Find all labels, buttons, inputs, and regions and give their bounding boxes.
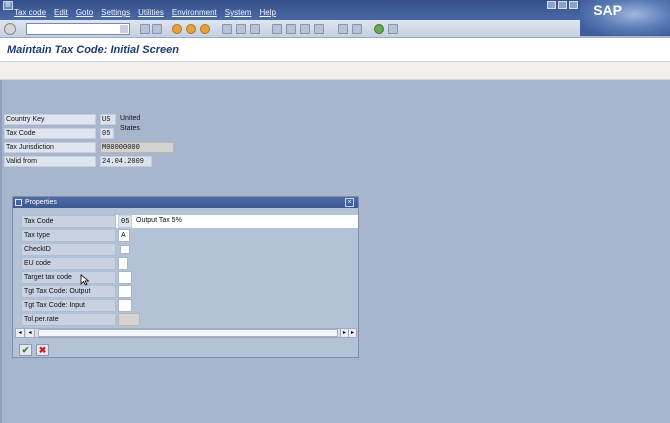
layout-menu-icon[interactable]: [388, 24, 398, 34]
exit-icon[interactable]: [186, 24, 196, 34]
menu-tax-code[interactable]: Tax code: [14, 8, 46, 17]
tax-code-field[interactable]: 05: [100, 128, 114, 139]
tol-per-rate-field[interactable]: [118, 313, 140, 326]
dialog-tax-code-description: Output Tax 5%: [136, 217, 182, 224]
tax-jurisdiction-label: Tax Jurisdiction: [4, 142, 96, 153]
last-page-icon[interactable]: [314, 24, 324, 34]
page-title: Maintain Tax Code: Initial Screen: [7, 44, 179, 56]
enter-icon[interactable]: [4, 23, 16, 35]
command-field[interactable]: [26, 23, 130, 35]
next-page-icon[interactable]: [300, 24, 310, 34]
command-dropdown-icon[interactable]: [120, 25, 128, 33]
find-next-icon[interactable]: [250, 24, 260, 34]
eu-code-label: EU code: [21, 257, 116, 270]
new-session-icon[interactable]: [338, 24, 348, 34]
close-window-icon[interactable]: [569, 1, 578, 9]
sap-logo: SAP: [580, 0, 670, 36]
menu-settings[interactable]: Settings: [101, 8, 130, 17]
sap-logo-text: SAP: [593, 2, 622, 18]
title-bar: Maintain Tax Code: Initial Screen: [0, 38, 670, 62]
eu-code-field[interactable]: [118, 257, 128, 270]
save-icon[interactable]: [152, 24, 162, 34]
checkid-label: CheckID: [21, 243, 116, 256]
dialog-tax-code-label: Tax Code: [21, 215, 116, 228]
dialog-tax-code-field[interactable]: 05: [118, 215, 132, 228]
dialog-close-icon[interactable]: ×: [345, 198, 354, 207]
scroll-last-icon[interactable]: ▸: [348, 329, 357, 337]
dialog-horizontal-scrollbar[interactable]: ◂ ◂ ▸ ▸: [15, 328, 357, 338]
valid-from-field[interactable]: 24.04.2009: [100, 156, 152, 167]
ok-button[interactable]: ✔: [19, 344, 32, 356]
tax-type-field[interactable]: A: [118, 229, 130, 242]
left-edge: [0, 80, 2, 423]
target-tax-code-field[interactable]: [118, 271, 132, 284]
menu-environment[interactable]: Environment: [172, 8, 217, 17]
first-page-icon[interactable]: [272, 24, 282, 34]
scroll-left-icon[interactable]: ◂: [26, 329, 35, 337]
tol-per-rate-label: Tol.per.rate: [21, 313, 116, 326]
application-toolbar: [0, 62, 670, 80]
dialog-title-bar: Properties ×: [13, 197, 358, 208]
dialog-title: Properties: [25, 199, 57, 206]
print-icon[interactable]: [222, 24, 232, 34]
tax-code-label: Tax Code: [4, 128, 96, 139]
cancel-button[interactable]: ✖: [36, 344, 49, 356]
maximize-icon[interactable]: [558, 1, 567, 9]
tgt-tax-code-output-field[interactable]: [118, 285, 132, 298]
scroll-first-icon[interactable]: ◂: [16, 329, 25, 337]
scroll-thumb[interactable]: [38, 329, 338, 337]
mouse-cursor-icon: [80, 274, 90, 286]
menu-items: Tax code Edit Goto Settings Utilities En…: [14, 8, 276, 17]
minimize-icon[interactable]: [547, 1, 556, 9]
tax-jurisdiction-field[interactable]: M00000000: [100, 142, 174, 153]
tgt-tax-code-input-field[interactable]: [118, 299, 132, 312]
target-tax-code-label: Target tax code: [21, 271, 116, 284]
dialog-icon: [15, 199, 22, 206]
checkid-checkbox[interactable]: [120, 245, 130, 254]
dialog-tax-code-row: Tax Code 05 Output Tax 5%: [21, 215, 358, 228]
back-icon[interactable]: [172, 24, 182, 34]
system-menu-icon[interactable]: ▤: [3, 1, 13, 10]
find-icon[interactable]: [236, 24, 246, 34]
menu-edit[interactable]: Edit: [54, 8, 68, 17]
menu-system[interactable]: System: [225, 8, 252, 17]
menu-help[interactable]: Help: [259, 8, 275, 17]
help-icon[interactable]: [374, 24, 384, 34]
tax-type-label: Tax type: [21, 229, 116, 242]
country-name-text: United States: [120, 115, 141, 132]
menu-bar: ▤ Tax code Edit Goto Settings Utilities …: [0, 0, 670, 20]
standard-toolbar: [0, 20, 580, 38]
back-arrow-icon[interactable]: [140, 24, 150, 34]
menu-utilities[interactable]: Utilities: [138, 8, 164, 17]
cancel-icon[interactable]: [200, 24, 210, 34]
previous-page-icon[interactable]: [286, 24, 296, 34]
menu-goto[interactable]: Goto: [76, 8, 93, 17]
window-controls: [547, 1, 578, 9]
country-key-field[interactable]: US: [100, 114, 116, 125]
tgt-tax-code-input-label: Tgt Tax Code: Input: [21, 299, 116, 312]
properties-dialog: Properties × Tax Code 05 Output Tax 5% T…: [12, 196, 359, 358]
tgt-tax-code-output-label: Tgt Tax Code: Output: [21, 285, 116, 298]
country-key-label: Country Key: [4, 114, 96, 125]
valid-from-label: Valid from: [4, 156, 96, 167]
shortcut-icon[interactable]: [352, 24, 362, 34]
